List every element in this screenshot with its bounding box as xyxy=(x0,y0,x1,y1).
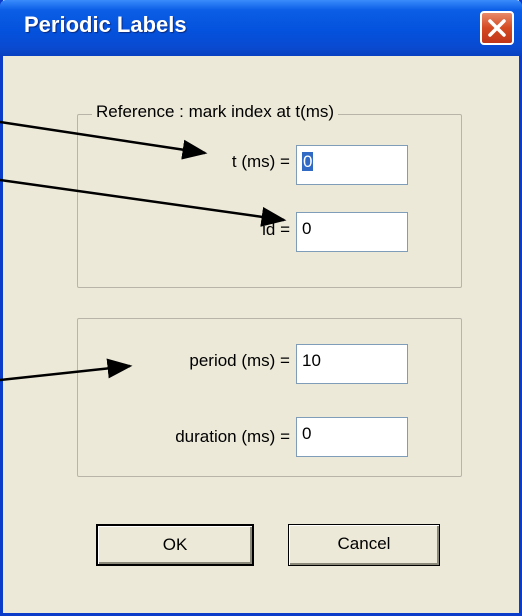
annotation-arrows xyxy=(0,120,287,382)
arrow-to-id xyxy=(0,178,287,227)
arrow-to-t xyxy=(0,120,208,160)
arrow-to-period xyxy=(0,358,133,382)
